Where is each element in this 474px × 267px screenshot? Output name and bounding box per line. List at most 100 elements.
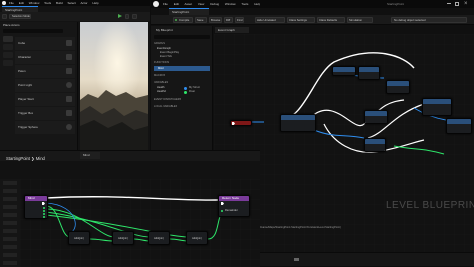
compile-status-icon	[175, 19, 177, 21]
graph-node-g[interactable]	[364, 138, 386, 152]
mind-entry-node[interactable]: Mind	[24, 195, 48, 219]
variable-health-type[interactable]: My Struct	[189, 86, 200, 89]
actor-item[interactable]: Pawn	[15, 65, 75, 78]
strip-item[interactable]	[3, 221, 17, 225]
mode-dropdown[interactable]: Selection Mode	[9, 14, 31, 19]
actor-item[interactable]: Player Start	[15, 93, 75, 106]
debug-object-dropdown[interactable]: No debug object selected	[391, 17, 467, 23]
float-pin-icon	[184, 91, 187, 94]
graph-node-e[interactable]	[386, 80, 410, 94]
strip-item[interactable]	[3, 205, 17, 209]
event-node-red[interactable]	[230, 120, 252, 126]
menu-edit[interactable]: Edit	[19, 1, 24, 5]
local-variables-section[interactable]: LOCAL VARIABLES	[154, 105, 177, 108]
diff-button[interactable]: Diff	[224, 17, 233, 23]
variable-health[interactable]: Health	[157, 86, 165, 89]
graph-event-begin-play[interactable]: Event BeginPlay	[160, 51, 179, 54]
return-node[interactable]: Return Node Remainder	[218, 195, 250, 217]
actor-item[interactable]: Cube	[15, 37, 75, 50]
event-graph-tab[interactable]: Event Graph	[215, 27, 249, 33]
menu-file[interactable]: File	[9, 1, 14, 5]
actor-item[interactable]: Trigger Sphere	[15, 121, 75, 134]
functions-section[interactable]: FUNCTIONS	[154, 61, 169, 64]
strip-item[interactable]	[3, 253, 17, 257]
menu-actor[interactable]: Actor	[81, 1, 88, 5]
settings-icon[interactable]	[132, 14, 137, 19]
find-button[interactable]: Find	[235, 17, 244, 23]
place-actors-search[interactable]	[3, 29, 63, 33]
category-shapes[interactable]	[3, 60, 13, 66]
add-node[interactable]: Add(pin)	[112, 231, 134, 245]
graph-node-f[interactable]	[422, 98, 452, 116]
menu-tools[interactable]: Tools	[44, 1, 51, 5]
graph-node-c[interactable]	[358, 66, 380, 80]
class-defaults-button[interactable]: Class Defaults	[317, 17, 345, 23]
menu-debug[interactable]: Debug	[210, 2, 219, 6]
simulation-button[interactable]: Simulation	[347, 17, 373, 23]
actor-item[interactable]: Trigger Box	[15, 107, 75, 120]
strip-item[interactable]	[3, 237, 17, 241]
category-recent[interactable]	[3, 36, 13, 42]
menu-help[interactable]: Help	[92, 1, 98, 5]
variable-health2[interactable]: Health2	[157, 90, 166, 93]
add-node[interactable]: Add(pin)	[186, 231, 208, 245]
level-blueprint-watermark: LEVEL BLUEPRINT	[386, 200, 474, 211]
graph-node-b[interactable]	[332, 66, 356, 76]
variable-health2-type[interactable]: Float	[189, 90, 195, 93]
blueprint-tab[interactable]: StartingPoint	[169, 8, 209, 15]
mind-graph-canvas[interactable]: Mind Add(pin) Add(pin) Add(pin) Add(pin)…	[20, 179, 260, 267]
strip-item[interactable]	[3, 213, 17, 217]
menu-build[interactable]: Build	[56, 1, 63, 5]
add-node[interactable]: Add(pin)	[68, 231, 90, 245]
menu-file[interactable]: File	[163, 2, 168, 6]
menu-edit[interactable]: Edit	[174, 2, 179, 6]
pause-icon[interactable]	[125, 14, 129, 19]
close-icon[interactable]: ×	[464, 0, 468, 8]
status-indicator-icon	[294, 258, 299, 261]
mind-tab[interactable]: Mind	[80, 152, 100, 159]
save-button[interactable]: Save	[195, 17, 207, 23]
menu-window[interactable]: Window	[29, 1, 40, 5]
category-lights[interactable]	[3, 52, 13, 58]
event-dispatchers-section[interactable]: EVENT DISPATCHERS	[154, 98, 181, 101]
minimize-icon[interactable]	[447, 3, 451, 4]
menu-select[interactable]: Select	[68, 1, 76, 5]
trigger-box-icon	[66, 110, 72, 116]
menu-help[interactable]: Help	[254, 2, 260, 6]
strip-item[interactable]	[3, 261, 17, 265]
category-basic[interactable]	[3, 44, 13, 50]
bp-toolbar: Compile Save Browse Diff Find Hide Unrel…	[151, 15, 474, 25]
level-viewport[interactable]	[80, 22, 148, 150]
menu-asset[interactable]: Asset	[185, 2, 193, 6]
play-icon[interactable]	[118, 14, 122, 18]
graph-node-h[interactable]	[446, 118, 472, 134]
menu-tools[interactable]: Tools	[241, 2, 248, 6]
my-blueprint-search[interactable]	[154, 35, 210, 39]
maximize-icon[interactable]	[455, 2, 459, 6]
place-actors-panel: Place Actors Cube Character Pawn Point L…	[0, 22, 78, 150]
strip-item[interactable]	[3, 181, 17, 185]
macros-section[interactable]: MACROS	[154, 74, 165, 77]
strip-item[interactable]	[3, 197, 17, 201]
actor-item[interactable]: Character	[15, 51, 75, 64]
actor-item[interactable]: Point Light	[15, 79, 75, 92]
graph-event-tick[interactable]: Event Tick	[160, 55, 172, 58]
add-node[interactable]: Add(pin)	[148, 231, 170, 245]
hide-unrelated-button[interactable]: Hide Unrelated	[255, 17, 285, 23]
graph-event-graph[interactable]: EventGraph	[157, 47, 171, 50]
menu-window[interactable]: Window	[225, 2, 236, 6]
variables-section[interactable]: VARIABLES	[154, 81, 168, 84]
menu-view[interactable]: View	[198, 2, 204, 6]
graphs-section[interactable]: GRAPHS	[154, 42, 165, 45]
function-mind-selected[interactable]: Mind	[154, 66, 210, 71]
graph-node-a[interactable]	[280, 114, 316, 132]
class-settings-button[interactable]: Class Settings	[287, 17, 315, 23]
ue-logo-icon[interactable]	[153, 1, 159, 7]
ue-logo-icon[interactable]	[2, 1, 6, 5]
strip-item[interactable]	[3, 245, 17, 249]
strip-item[interactable]	[3, 229, 17, 233]
save-icon[interactable]	[2, 14, 7, 19]
browse-button[interactable]: Browse	[209, 17, 222, 23]
strip-item[interactable]	[3, 189, 17, 193]
graph-node-d[interactable]	[364, 110, 388, 124]
